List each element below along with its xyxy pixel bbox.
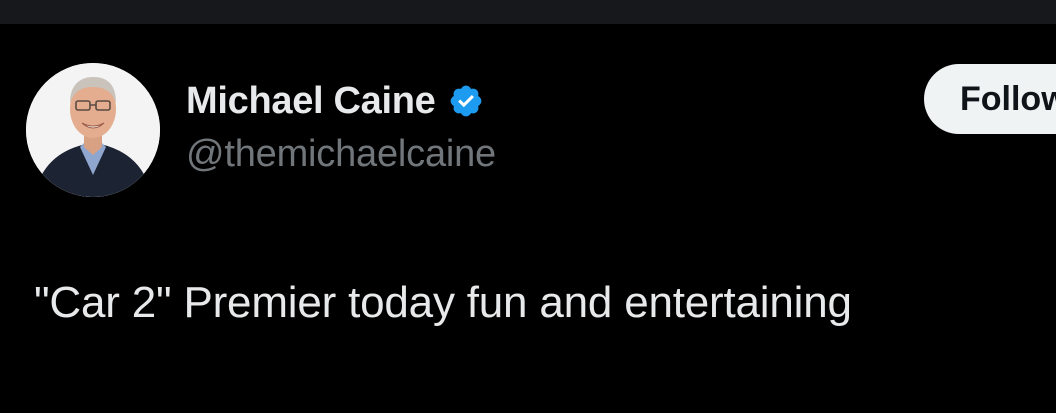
follow-button[interactable]: Follow <box>924 64 1056 134</box>
top-bar <box>0 0 1056 24</box>
avatar-photo <box>26 63 160 197</box>
tweet-card <box>0 24 1056 413</box>
author-handle[interactable]: @themichaelcaine <box>186 133 496 176</box>
avatar[interactable] <box>26 63 160 197</box>
tweet-text: "Car 2" Premier today fun and entertaini… <box>34 278 852 327</box>
author-display-name[interactable]: Michael Caine <box>186 80 436 123</box>
author-name-row: Michael Caine <box>186 78 484 124</box>
verified-badge-icon[interactable] <box>448 83 484 119</box>
